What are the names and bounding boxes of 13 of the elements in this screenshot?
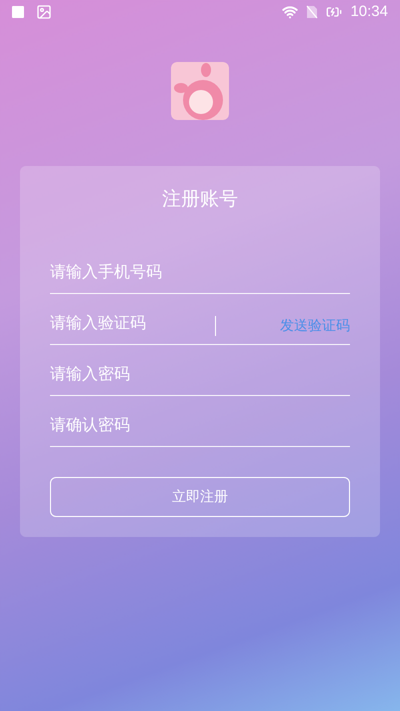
input-field[interactable]: 请输入手机号码 xyxy=(50,260,350,284)
input-field[interactable]: 请输入验证码 xyxy=(50,312,207,336)
status-time: 10:34 xyxy=(350,2,388,22)
notification-square-icon xyxy=(12,6,24,18)
input-field[interactable]: 请输入密码 xyxy=(50,362,350,386)
no-sim-icon xyxy=(306,5,318,19)
app-logo xyxy=(171,62,229,120)
register-button[interactable]: 立即注册 xyxy=(50,476,350,516)
wifi-icon xyxy=(282,4,298,20)
card-title: 注册账号 xyxy=(161,188,239,212)
input-field[interactable]: 请确认密码 xyxy=(50,414,350,438)
image-icon xyxy=(36,4,52,20)
send-code-link[interactable]: 发送验证码 xyxy=(224,314,350,336)
